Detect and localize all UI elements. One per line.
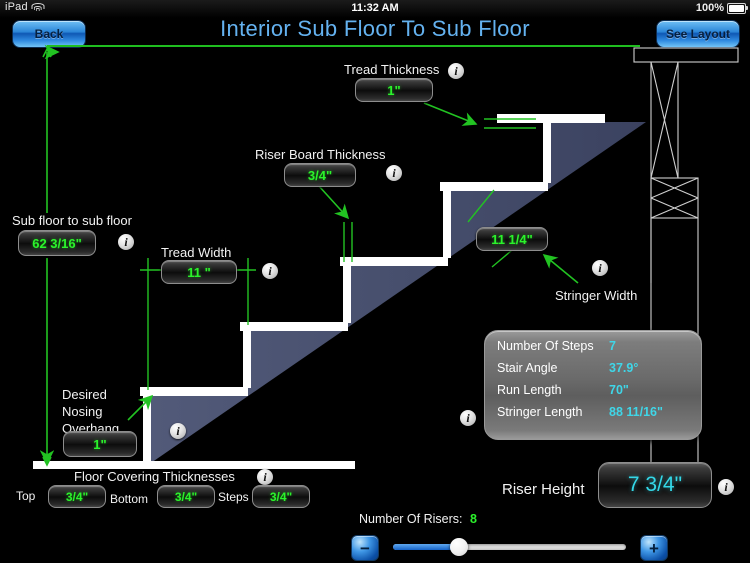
sub-floor-label: Sub floor to sub floor — [12, 213, 132, 228]
tread-width-label: Tread Width — [161, 245, 232, 260]
run-info-icon[interactable]: i — [460, 410, 476, 426]
results-panel: Number Of Steps 7 Stair Angle 37.9° Run … — [484, 330, 702, 440]
tread-thickness-value[interactable]: 1" — [355, 78, 433, 102]
result-key: Run Length — [497, 383, 562, 397]
sub-floor-info-icon[interactable]: i — [118, 234, 134, 250]
nosing-overhang-value[interactable]: 1" — [63, 431, 137, 457]
result-value: 7 — [609, 339, 616, 353]
floor-covering-info-icon[interactable]: i — [257, 469, 273, 485]
table-row: Stringer Length 88 11/16" — [485, 405, 701, 427]
floor-covering-top-value[interactable]: 3/4" — [48, 485, 106, 508]
number-of-risers-label: Number Of Risers: — [359, 512, 463, 526]
tread-width-value[interactable]: 11 " — [161, 260, 237, 284]
page-title: Interior Sub Floor To Sub Floor — [220, 16, 530, 41]
status-bar-clock: 11:32 AM — [351, 2, 399, 14]
tread-thickness-label: Tread Thickness — [344, 62, 440, 77]
stringer-width-info-icon[interactable]: i — [592, 260, 608, 276]
table-row: Number Of Steps 7 — [485, 339, 701, 361]
stringer-width-label: Stringer Width — [555, 288, 638, 303]
tread-thickness-info-icon[interactable]: i — [448, 63, 464, 79]
floor-covering-top-label: Top — [16, 489, 36, 503]
slider-knob[interactable] — [450, 538, 469, 556]
nosing-overhang-label-line1: Desired — [62, 387, 107, 402]
number-of-risers-value: 8 — [470, 512, 477, 526]
riser-height-label: Riser Height — [502, 481, 585, 498]
floor-covering-heading: Floor Covering Thicknesses — [74, 469, 235, 484]
battery-percent-label: 100% — [695, 2, 724, 14]
tread-width-info-icon[interactable]: i — [262, 263, 278, 279]
floor-covering-bottom-label: Bottom — [110, 492, 149, 506]
result-value: 70" — [609, 383, 629, 397]
result-value: 37.9° — [609, 361, 639, 375]
status-bar-right: 100% — [695, 2, 748, 14]
riser-board-thickness-label: Riser Board Thickness — [255, 147, 386, 162]
result-key: Stair Angle — [497, 361, 558, 375]
nosing-overhang-info-icon[interactable]: i — [170, 423, 186, 439]
stringer-width-value[interactable]: 11 1/4" — [476, 227, 548, 251]
decrement-risers-button[interactable]: − — [351, 535, 379, 561]
result-key: Number Of Steps — [497, 339, 594, 353]
nosing-overhang-label-line2: Nosing — [62, 404, 103, 419]
risers-slider[interactable] — [393, 538, 626, 556]
slider-fill — [393, 544, 459, 550]
result-key: Stringer Length — [497, 405, 583, 419]
table-row: Stair Angle 37.9° — [485, 361, 701, 383]
floor-covering-steps-label: Steps — [218, 490, 249, 504]
riser-height-info-icon[interactable]: i — [718, 479, 734, 495]
app-root: iPad 11:32 AM 100% Back See Layout Inter… — [0, 0, 750, 563]
riser-height-value[interactable]: 7 3/4" — [598, 462, 712, 508]
riser-board-thickness-info-icon[interactable]: i — [386, 165, 402, 181]
table-row: Run Length 70" — [485, 383, 701, 405]
increment-risers-button[interactable]: + — [640, 535, 668, 561]
floor-covering-bottom-value[interactable]: 3/4" — [157, 485, 215, 508]
riser-board-thickness-value[interactable]: 3/4" — [284, 163, 356, 187]
result-value: 88 11/16" — [609, 405, 663, 419]
floor-covering-steps-value[interactable]: 3/4" — [252, 485, 310, 508]
battery-full-icon — [727, 2, 748, 14]
sub-floor-value[interactable]: 62 3/16" — [18, 230, 96, 256]
